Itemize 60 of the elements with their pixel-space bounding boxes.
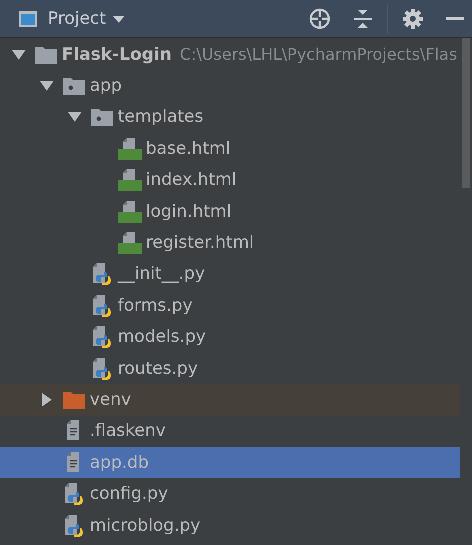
tree-item[interactable]: base.html [0,133,460,165]
item-label: microblog.py [90,516,201,536]
tree-item[interactable]: microblog.py [0,510,460,542]
item-label: .flaskenv [90,421,166,442]
item-label: templates [118,107,204,128]
item-label: models.py [118,327,206,348]
item-label: forms.py [118,296,193,316]
folder-icon [63,77,85,96]
expanded-arrow-icon[interactable] [68,111,82,124]
item-label: config.py [90,484,168,504]
crosshair-icon[interactable] [309,8,331,30]
expanded-arrow-icon[interactable] [40,80,54,92]
tree-item[interactable]: templates [0,102,460,134]
item-label: app.db [90,452,149,473]
tree-item[interactable]: Flask-Login C:\Users\LHL\PycharmProjects\Flas [0,39,460,70]
folder-icon [63,390,85,409]
html-file-icon [118,200,142,223]
tree-item[interactable]: register.html [0,227,460,259]
item-label: __init__.py [118,264,206,284]
tree-item[interactable]: __init__.py [0,258,460,290]
tree-item[interactable]: .flaskenv [0,416,460,448]
folder-icon [35,46,57,64]
text-file-icon [66,452,82,474]
python-file-icon [92,294,112,317]
item-label: base.html [146,138,231,159]
python-file-icon [92,263,112,286]
item-label: index.html [146,170,237,190]
tree-item[interactable]: login.html [0,196,460,228]
item-label: Flask-Login [62,44,172,65]
python-file-icon [64,483,84,506]
item-label: login.html [146,202,232,222]
item-label: routes.py [118,358,198,379]
item-label: register.html [146,233,254,254]
expanded-arrow-icon[interactable] [12,48,26,61]
panel-title[interactable]: Project [48,8,106,28]
settings-icon[interactable] [402,8,424,30]
collapsed-arrow-icon[interactable] [41,392,53,407]
tree-item[interactable]: index.html [0,164,460,196]
project-path: C:\Users\LHL\PycharmProjects\Flas [180,45,458,64]
tree-item[interactable]: app [0,70,460,102]
item-label: app [90,76,122,96]
python-file-icon [92,358,112,380]
python-file-icon [92,326,112,348]
scrollbar-thumb[interactable] [462,38,470,188]
html-file-icon [118,169,142,192]
tree-item[interactable]: models.py [0,322,460,353]
tree-item[interactable]: forms.py [0,290,460,322]
tree-item[interactable]: config.py [0,478,460,510]
text-file-icon [66,420,82,442]
html-file-icon [118,232,142,254]
dropdown-caret-icon[interactable] [112,14,126,24]
window-icon [18,10,38,28]
tree-item[interactable]: routes.py [0,352,460,384]
tree-item[interactable]: venv [0,384,460,416]
python-file-icon [64,514,84,537]
minimize-icon[interactable] [446,16,464,20]
item-label: venv [90,390,132,410]
collapse-all-icon[interactable] [353,8,373,30]
html-file-icon [118,138,142,160]
folder-icon [91,108,113,126]
